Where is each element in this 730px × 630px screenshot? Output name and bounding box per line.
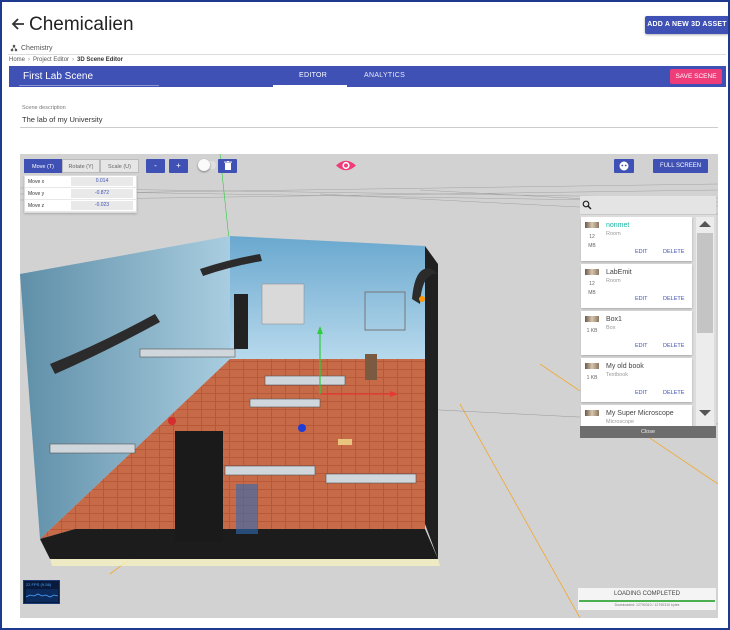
move-mode-button[interactable]: Move (T) [24,159,62,173]
description-field[interactable]: The lab of my University [22,115,102,124]
rotate-mode-button[interactable]: Rotate (Y) [62,159,100,173]
move-z-input[interactable]: -0.023 [71,201,133,210]
breadcrumb-home[interactable]: Home [9,57,25,63]
scene-viewport[interactable]: Move (T) Rotate (Y) Scale (U) - + FULL S… [20,154,718,618]
asset-delete-button[interactable]: DELETE [663,343,684,349]
snap-toggle[interactable] [198,159,216,171]
category-label: Chemistry [10,44,53,52]
asset-thumbnail [585,363,599,369]
asset-list: 12 MB nonmet Room EDIT DELETE 12 MB LabEmi… [580,217,695,426]
scene-navbar: First Lab Scene EDITOR ANALYTICS SAVE SC… [9,66,726,87]
robot-button[interactable] [614,159,634,173]
full-screen-button[interactable]: FULL SCREEN [653,159,708,173]
asset-type: Room [606,231,621,237]
asset-name: My Super Microscope [606,410,674,417]
asset-card[interactable]: 12 MB nonmet Room EDIT DELETE [581,217,692,261]
fps-text: 22 FPS (9-56) [26,582,52,587]
category-text: Chemistry [21,44,53,52]
asset-thumbnail [585,269,599,275]
asset-thumbnail [585,222,599,228]
move-z-label: Move z [28,202,45,209]
move-z-row: Move z -0.023 [25,200,136,212]
active-tab-indicator [273,85,347,87]
close-panel-button[interactable]: Close [580,426,716,438]
scale-mode-button[interactable]: Scale (U) [100,159,139,173]
search-icon [582,200,592,210]
asset-delete-button[interactable]: DELETE [663,249,684,255]
add-3d-asset-button[interactable]: ADD A NEW 3D ASSET [645,16,728,34]
move-values-panel: Move x 0.014 Move y -0.872 Move z -0.023 [24,175,137,213]
asset-size: 12 MB [588,234,596,249]
zoom-in-button[interactable]: + [169,159,188,173]
trash-icon [223,161,232,170]
move-x-label: Move x [28,178,45,185]
fps-monitor: 22 FPS (9-56) [23,580,60,604]
divider [8,54,726,55]
move-x-row: Move x 0.014 [25,176,136,188]
save-scene-button[interactable]: SAVE SCENE [670,69,722,84]
asset-type: Microscope [606,419,635,425]
eye-icon[interactable] [335,159,357,172]
asset-thumbnail [585,316,599,322]
asset-name: LabEmit [606,269,632,276]
asset-edit-button[interactable]: EDIT [635,296,648,302]
asset-size: 1 KB [586,328,598,334]
asset-list-scrollbar[interactable] [696,217,714,426]
tab-analytics[interactable]: ANALYTICS [364,72,405,79]
tab-editor[interactable]: EDITOR [299,72,327,79]
move-y-input[interactable]: -0.872 [71,189,133,198]
scene-title-underline [19,85,159,86]
loading-detail: Downloaded: 12790310 / 12790310 bytes [614,603,680,607]
loading-status: LOADING COMPLETED Downloaded: 12790310 /… [578,588,716,610]
asset-card[interactable]: My Super Microscope Microscope [581,405,692,426]
asset-library-panel: 12 MB nonmet Room EDIT DELETE 12 MB LabEmi… [580,196,716,438]
asset-thumbnail [585,410,599,416]
description-label: Scene description [22,105,66,111]
move-x-input[interactable]: 0.014 [71,177,133,186]
delete-object-button[interactable] [218,159,237,173]
asset-edit-button[interactable]: EDIT [635,249,648,255]
loading-title: LOADING COMPLETED [613,591,680,597]
asset-type: Textbook [606,372,629,378]
breadcrumb-project-editor[interactable]: Project Editor [33,57,69,63]
zoom-out-button[interactable]: - [146,159,165,173]
asset-card[interactable]: 1 KB Box1 Box EDIT DELETE [581,311,692,355]
molecule-icon [10,44,18,52]
breadcrumb-separator: › [28,57,31,63]
asset-edit-button[interactable]: EDIT [635,390,648,396]
breadcrumb-current: 3D Scene Editor [77,57,124,63]
asset-type: Room [606,278,621,284]
loading-progress-bar [579,600,715,602]
breadcrumb: Home › Project Editor › 3D Scene Editor [9,57,123,63]
description-underline [20,127,718,128]
app-title: Chemicalien [29,14,134,35]
move-y-label: Move y [28,190,45,197]
asset-delete-button[interactable]: DELETE [663,296,684,302]
asset-edit-button[interactable]: EDIT [635,343,648,349]
asset-size: 1 KB [586,375,598,381]
robot-icon [619,161,629,171]
scene-title[interactable]: First Lab Scene [23,71,93,82]
asset-name: nonmet [606,222,630,229]
asset-delete-button[interactable]: DELETE [663,390,684,396]
fps-graph [26,589,58,602]
scroll-down-arrow-icon[interactable] [699,410,711,416]
asset-search-bar[interactable] [580,196,716,215]
scroll-thumb[interactable] [697,233,713,333]
asset-card[interactable]: 1 KB My old book Textbook EDIT DELETE [581,358,692,402]
asset-name: My old book [606,363,644,370]
breadcrumb-separator: › [72,57,75,63]
toggle-knob [198,159,210,171]
app-window: Chemicalien ADD A NEW 3D ASSET Chemistry… [0,0,730,630]
asset-name: Box1 [606,316,622,323]
back-arrow-icon[interactable] [10,16,26,32]
asset-card[interactable]: 12 MB LabEmit Room EDIT DELETE [581,264,692,308]
scroll-up-arrow-icon[interactable] [699,221,711,227]
asset-type: Box [606,325,616,331]
asset-size: 12 MB [588,281,596,296]
transform-mode-group: Move (T) Rotate (Y) Scale (U) [24,159,139,173]
move-y-row: Move y -0.872 [25,188,136,200]
